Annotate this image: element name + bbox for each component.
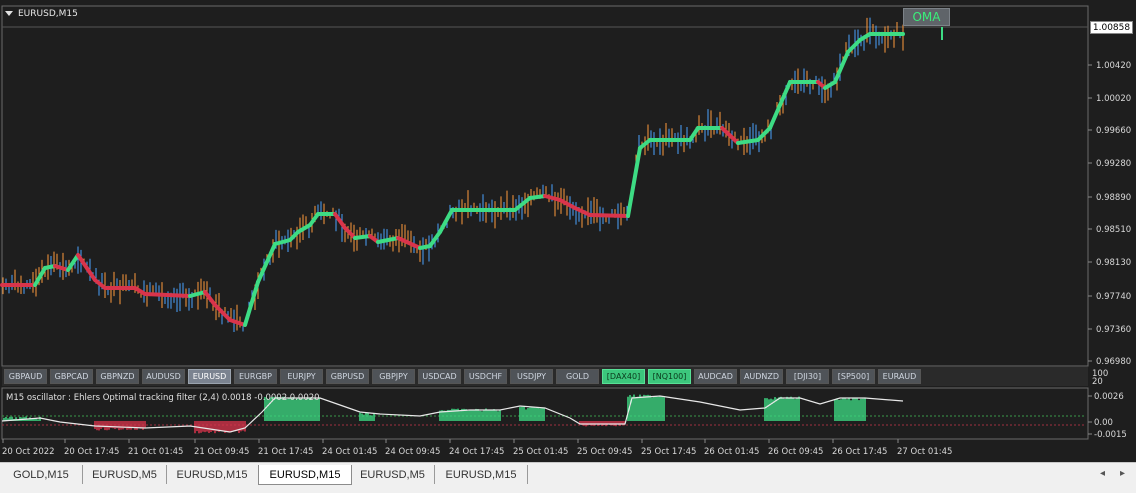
oma-segment: [143, 292, 192, 298]
price-tick-label: 0.98130: [1096, 258, 1131, 268]
oscillator-label: M15 oscillator : Ehlers Optimal tracking…: [6, 393, 320, 403]
tab-eurusd-m5-b[interactable]: EURUSD,M5: [351, 465, 435, 484]
symbol-button-gbpnzd[interactable]: GBPNZD: [96, 369, 139, 384]
symbol-button-gbpcad[interactable]: GBPCAD: [50, 369, 93, 384]
symbol-button-dji30[interactable]: [DJI30]: [786, 369, 829, 384]
price-axis: 1.00420 1.00020 0.99660 0.99280 0.98890 0.985…: [1088, 61, 1131, 367]
symbol-button-usdjpy[interactable]: USDJPY: [510, 369, 553, 384]
symbol-button-usdchf[interactable]: USDCHF: [464, 369, 507, 384]
price-tick-label: 1.00420: [1096, 61, 1131, 71]
candles-layer: [2, 17, 904, 332]
oma-segment: [308, 212, 320, 227]
current-price-tag: 1.00858: [1090, 21, 1133, 34]
chart-tab-bar: GOLD,M15 EURUSD,M5 EURUSD,M15 EURUSD,M15…: [0, 462, 1136, 493]
time-tick-label: 24 Oct 17:45: [449, 447, 504, 457]
oma-segment: [256, 242, 277, 284]
time-tick-label: 20 Oct 2022: [2, 447, 55, 457]
oma-segment: [626, 146, 642, 218]
oma-segment: [768, 103, 782, 130]
symbol-button-sp500[interactable]: [SP500]: [832, 369, 875, 384]
oma-segment: [353, 234, 372, 240]
time-tick-label: 26 Oct 17:45: [832, 447, 887, 457]
symbol-button-audusd[interactable]: AUDUSD: [142, 369, 185, 384]
price-tick-label: 0.97740: [1096, 292, 1131, 302]
oma-line-layer: [0, 27, 943, 327]
oma-segment: [228, 318, 247, 327]
time-tick-label: 24 Oct 01:45: [322, 447, 377, 457]
oma-segment: [720, 126, 740, 145]
symbol-button-nq100[interactable]: [NQ100]: [648, 369, 691, 384]
tab-scroll-right-icon[interactable]: ▸: [1120, 468, 1125, 479]
oma-segment: [778, 80, 792, 107]
time-tick-label: 24 Oct 09:45: [385, 447, 440, 457]
oma-segment: [756, 126, 772, 142]
osc-tick-label: 0.0026: [1094, 392, 1124, 402]
oma-segment: [688, 126, 700, 142]
tab-eurusd-m15-a[interactable]: EURUSD,M15: [167, 465, 257, 484]
price-panel-border: [1, 5, 1089, 367]
oma-segment: [528, 194, 547, 200]
osc-tick-label: -0.0015: [1094, 430, 1127, 440]
oma-segment: [588, 213, 630, 218]
price-tick-label: 0.97360: [1096, 325, 1131, 335]
tab-eurusd-m5[interactable]: EURUSD,M5: [83, 465, 167, 484]
osc-top-label: 20: [1092, 377, 1103, 387]
oma-segment: [396, 236, 422, 250]
price-tick-label: 0.99280: [1096, 159, 1131, 169]
time-tick-label: 25 Oct 17:45: [641, 447, 696, 457]
symbol-button-eurusd[interactable]: EURUSD: [188, 369, 231, 384]
time-tick-label: 25 Oct 09:45: [577, 447, 632, 457]
time-tick-label: 21 Oct 17:45: [258, 447, 313, 457]
symbol-button-audcad[interactable]: AUDCAD: [694, 369, 737, 384]
symbol-button-eurjpy[interactable]: EURJPY: [280, 369, 323, 384]
time-tick-label: 25 Oct 01:45: [513, 447, 568, 457]
oma-button[interactable]: OMA: [903, 8, 950, 26]
time-tick-label: 21 Oct 01:45: [128, 447, 183, 457]
symbol-button-gbpaud[interactable]: GBPAUD: [4, 369, 47, 384]
price-tick-label: 0.98510: [1096, 225, 1131, 235]
time-tick-label: 20 Oct 17:45: [64, 447, 119, 457]
tab-eurusd-m15-active[interactable]: EURUSD,M15: [258, 465, 352, 485]
time-tick-label: 27 Oct 01:45: [897, 447, 952, 457]
symbol-button-euraud[interactable]: EURAUD: [878, 369, 921, 384]
price-tick-label: 1.00020: [1096, 94, 1131, 104]
price-tick-label: 0.98890: [1096, 193, 1131, 203]
symbol-button-dax40[interactable]: [DAX40]: [602, 369, 645, 384]
tab-gold-m15[interactable]: GOLD,M15: [0, 465, 83, 484]
oma-segment: [833, 50, 850, 84]
symbol-button-gbpusd[interactable]: GBPUSD: [326, 369, 369, 384]
chart-title: EURUSD,M15: [18, 9, 78, 19]
symbol-button-usdcad[interactable]: USDCAD: [418, 369, 461, 384]
symbol-bar: GBPAUD GBPCAD GBPNZD AUDUSD EURUSD EURGBP EURJ…: [2, 367, 1088, 386]
time-tick-label: 26 Oct 09:45: [768, 447, 823, 457]
time-tick-label: 26 Oct 01:45: [704, 447, 759, 457]
price-tick-label: 0.96980: [1096, 357, 1131, 367]
tab-eurusd-m15-b[interactable]: EURUSD,M15: [435, 465, 528, 484]
symbol-button-gbpjpy[interactable]: GBPJPY: [372, 369, 415, 384]
price-tick-label: 0.99660: [1096, 126, 1131, 136]
symbol-button-eurgbp[interactable]: EURGBP: [234, 369, 277, 384]
symbol-button-audnzd[interactable]: AUDNZD: [740, 369, 783, 384]
oscillator-axis: 100200.00260.00-0.0015: [1088, 369, 1127, 440]
oma-segment: [243, 280, 260, 327]
chart-window[interactable]: 1.00420 1.00020 0.99660 0.99280 0.98890 0.985…: [0, 0, 1136, 462]
tab-scroll-left-icon[interactable]: ◂: [1100, 468, 1105, 479]
chart-menu-arrow-icon[interactable]: [5, 11, 13, 16]
oma-segment: [438, 208, 454, 234]
time-tick-label: 21 Oct 09:45: [194, 447, 249, 457]
osc-tick-label: 0.00: [1094, 418, 1113, 428]
symbol-button-gold[interactable]: GOLD: [556, 369, 599, 384]
time-axis: 20 Oct 2022 20 Oct 17:45 21 Oct 01:45 21 Oc…: [2, 439, 952, 457]
